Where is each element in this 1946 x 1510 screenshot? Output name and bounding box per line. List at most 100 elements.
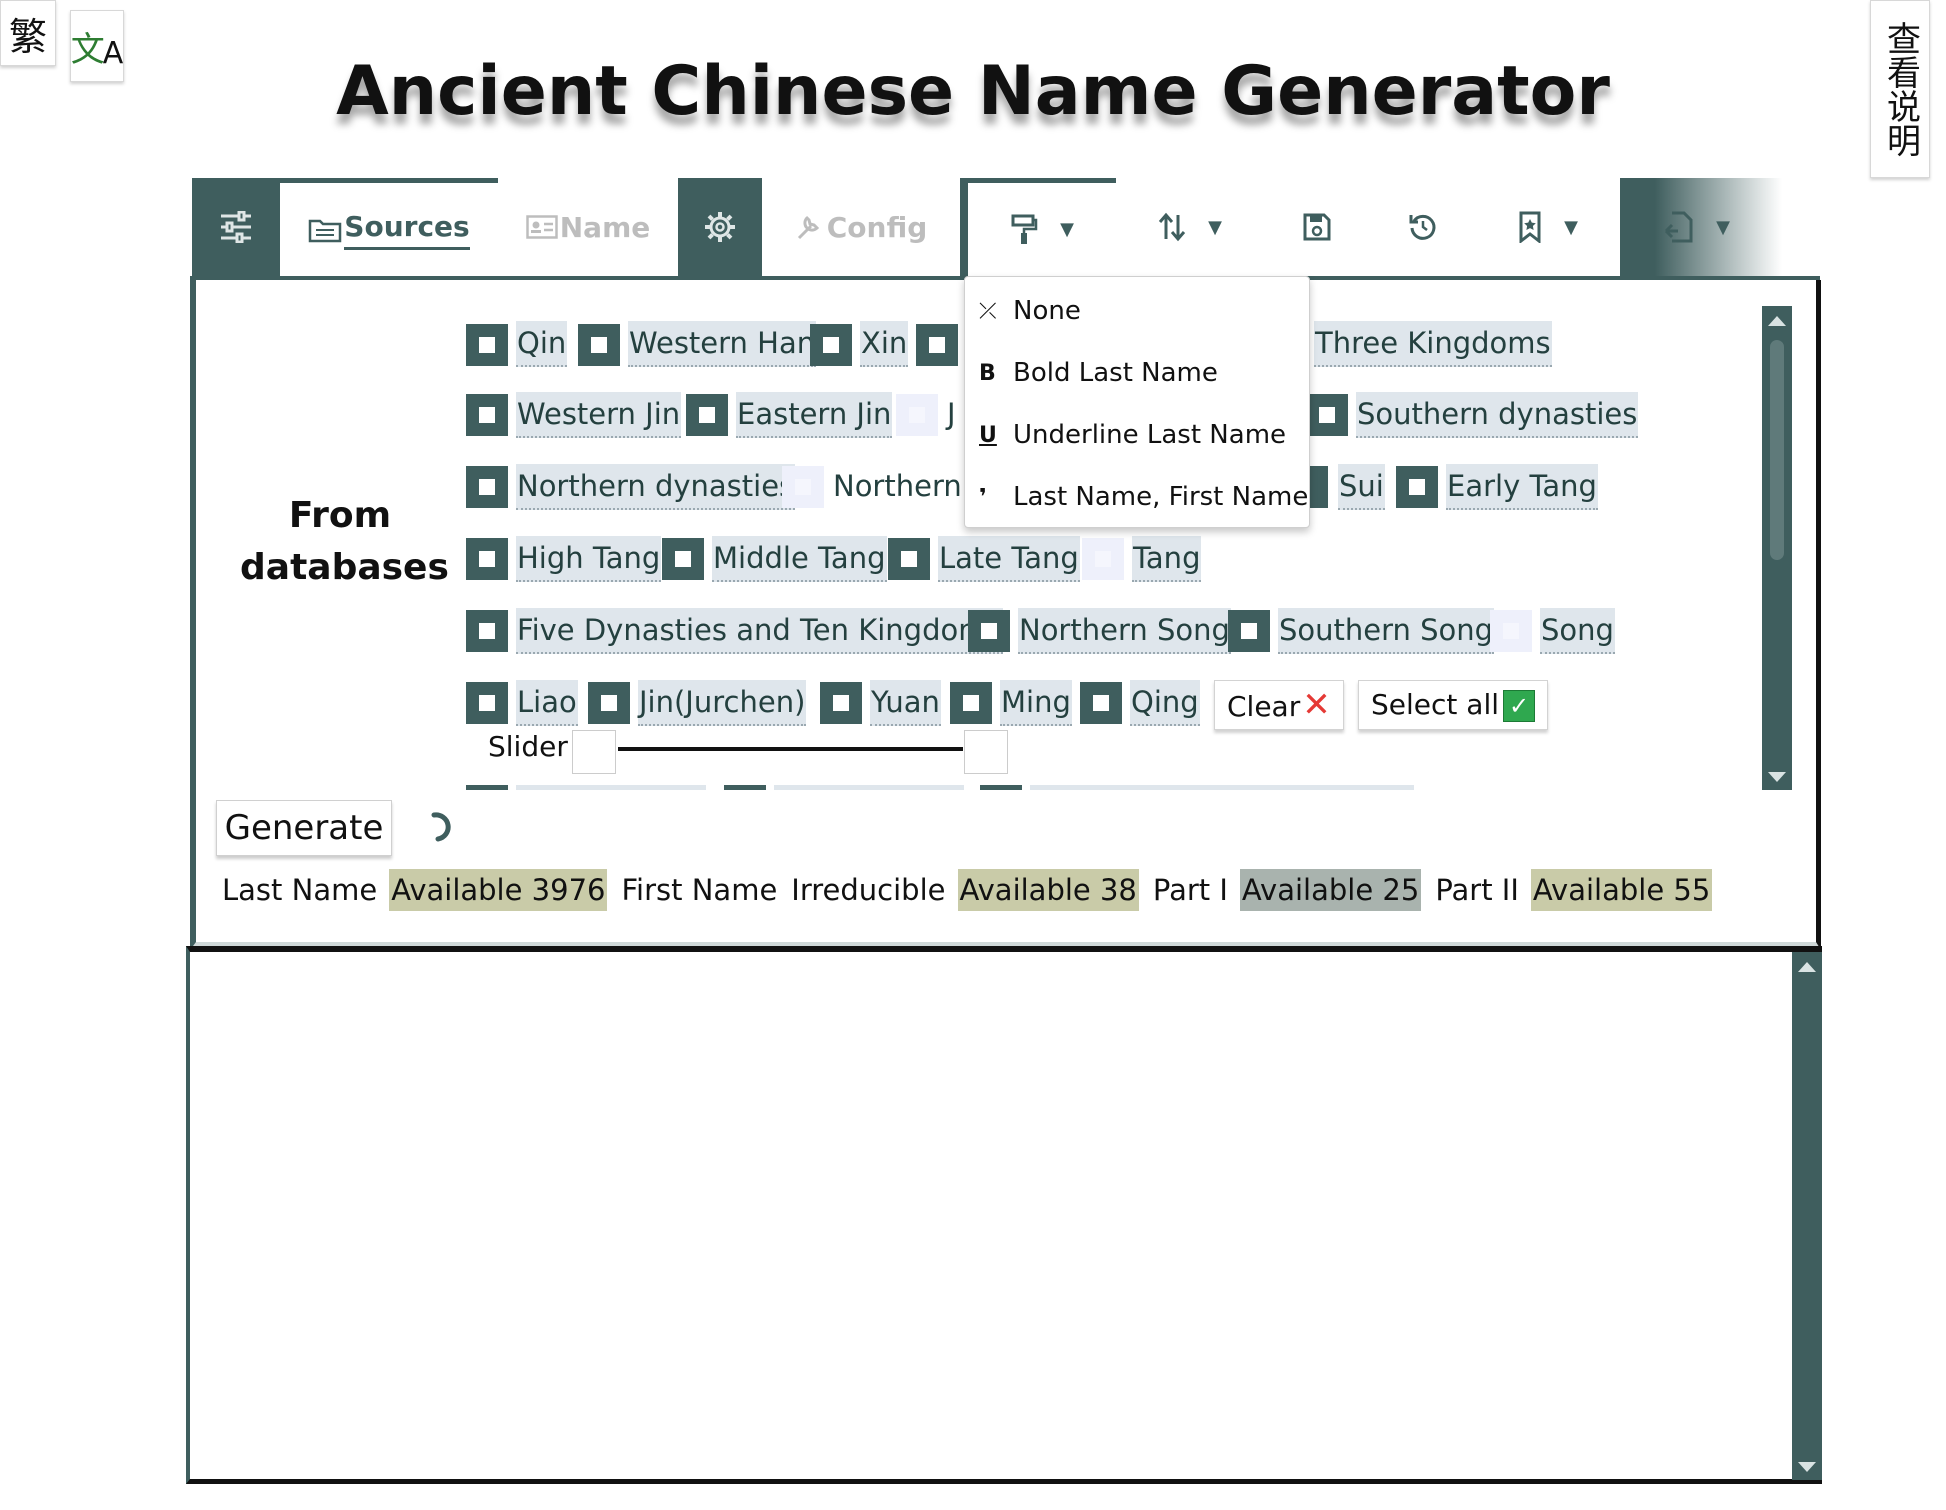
bookmark-dropdown-button[interactable]: ▼ [1476, 178, 1620, 276]
menu-item-label: None [1013, 296, 1081, 326]
part2-label: Part II [1435, 873, 1519, 907]
export-dropdown-button[interactable]: ▼ [1620, 178, 1774, 276]
checkbox-late-tang[interactable] [888, 538, 930, 580]
scroll-thumb[interactable] [1770, 340, 1784, 560]
source-label-southern-dynasties[interactable]: Southern dynasties [1356, 392, 1639, 438]
checkbox-northern-song[interactable] [968, 610, 1010, 652]
checkbox-liao[interactable] [466, 682, 508, 724]
checkbox-southern-dynasties[interactable] [1306, 394, 1348, 436]
source-label-qing[interactable]: Qing [1130, 680, 1200, 726]
tab-config-label: Config [826, 210, 928, 244]
save-button[interactable] [1264, 178, 1370, 276]
checkbox-xin[interactable] [810, 324, 852, 366]
source-label-northern-dynasties[interactable]: Northern dynasties [516, 464, 796, 510]
output-area[interactable] [186, 946, 1822, 1484]
checkbox-hidden-1[interactable] [916, 324, 958, 366]
section-label: From databases [240, 495, 449, 588]
format-dropdown-button[interactable]: ▼ [968, 178, 1116, 276]
tab-name[interactable]: Name [498, 178, 678, 276]
source-label-yuan[interactable]: Yuan [870, 680, 941, 726]
checkbox-eastern-jin[interactable] [686, 394, 728, 436]
source-label-j[interactable]: J [946, 392, 957, 436]
folder-icon [309, 219, 342, 242]
menu-item-bold-last-name[interactable]: B Bold Last Name [979, 353, 1218, 393]
select-all-button[interactable]: Select all ✓ [1358, 680, 1548, 730]
checkbox-northern[interactable] [782, 466, 824, 508]
comma-icon: ❜ [979, 484, 987, 510]
scroll-up-icon[interactable] [1798, 962, 1816, 972]
tab-settings[interactable] [192, 178, 280, 276]
checkbox-western-jin[interactable] [466, 394, 508, 436]
paint-roller-icon [1011, 214, 1038, 244]
checkbox-western-han[interactable] [578, 324, 620, 366]
availability-stats: Last Name Available 3976 First Name Irre… [222, 868, 1726, 912]
source-label-eastern-jin[interactable]: Eastern Jin [736, 392, 893, 438]
partial-checkbox [980, 785, 1022, 790]
menu-item-label: Bold Last Name [1013, 358, 1218, 388]
menu-item-last-first[interactable]: ❜ Last Name, First Name [979, 477, 1308, 517]
source-label-southern-song[interactable]: Southern Song [1278, 608, 1495, 654]
source-label-tang[interactable]: Tang [1132, 536, 1202, 582]
checkbox-tang[interactable] [1082, 538, 1124, 580]
checkbox-southern-song[interactable] [1228, 610, 1270, 652]
checkbox-qin[interactable] [466, 324, 508, 366]
source-label-three-kingdoms[interactable]: Three Kingdoms [1314, 321, 1552, 367]
reset-button[interactable] [1370, 178, 1476, 276]
checkbox-yuan[interactable] [820, 682, 862, 724]
tab-sources[interactable]: Sources [280, 178, 498, 276]
page-title: Ancient Chinese Name Generator [336, 52, 1610, 131]
checkbox-middle-tang[interactable] [662, 538, 704, 580]
sources-scrollbar[interactable] [1762, 306, 1792, 790]
checkbox-song[interactable] [1490, 610, 1532, 652]
slider-track[interactable] [618, 747, 963, 751]
sort-dropdown-button[interactable]: ▼ [1116, 178, 1264, 276]
source-label-liao[interactable]: Liao [516, 680, 578, 726]
source-label-xin[interactable]: Xin [860, 321, 909, 367]
source-label-high-tang[interactable]: High Tang [516, 536, 662, 582]
slider-handle-right[interactable] [964, 730, 1008, 774]
source-label-jin-jurchen[interactable]: Jin(Jurchen) [638, 680, 807, 726]
reset-icon [1409, 214, 1436, 240]
source-label-western-jin[interactable]: Western Jin [516, 392, 682, 438]
output-scrollbar[interactable] [1792, 952, 1822, 1480]
source-label-middle-tang[interactable]: Middle Tang [712, 536, 887, 582]
source-label-northern-song[interactable]: Northern Song [1018, 608, 1231, 654]
toolbar: Sources Name Config ▼ ▼ ▼ ▼ [192, 178, 1782, 276]
scroll-down-icon[interactable] [1798, 1462, 1816, 1472]
red-x-icon: ✕ [1302, 685, 1331, 725]
part1-label: Part I [1152, 873, 1228, 907]
source-label-sui[interactable]: Sui [1338, 464, 1385, 510]
scroll-up-icon[interactable] [1768, 316, 1786, 326]
tab-name-label: Name [559, 210, 651, 244]
checkbox-high-tang[interactable] [466, 538, 508, 580]
checkbox-ming[interactable] [950, 682, 992, 724]
part2-available: Available 55 [1530, 869, 1713, 911]
irreducible-label: Irreducible [791, 873, 946, 907]
source-label-five-dynasties[interactable]: Five Dynasties and Ten Kingdoms [516, 608, 1003, 654]
checkbox-northern-dynasties[interactable] [466, 466, 508, 508]
checkbox-jin-jurchen[interactable] [588, 682, 630, 724]
checkbox-early-tang[interactable] [1396, 466, 1438, 508]
source-label-ming[interactable]: Ming [1000, 680, 1072, 726]
source-label-qin[interactable]: Qin [516, 321, 568, 367]
tab-config[interactable]: Config [762, 178, 960, 276]
source-label-late-tang[interactable]: Late Tang [938, 536, 1080, 582]
scroll-down-icon[interactable] [1768, 772, 1786, 782]
slider-handle-left[interactable] [572, 730, 616, 774]
checkbox-five-dynasties[interactable] [466, 610, 508, 652]
menu-item-none[interactable]: ⤫ None [979, 291, 1081, 331]
menu-item-underline-last-name[interactable]: U Underline Last Name [979, 415, 1286, 455]
format-dropdown-menu: ⤫ None B Bold Last Name U Underline Last… [964, 276, 1310, 528]
checkbox-j[interactable] [896, 394, 938, 436]
partial-label [774, 785, 964, 790]
generate-button[interactable]: Generate [216, 800, 392, 856]
source-label-northern[interactable]: Northern [832, 464, 963, 508]
tab-gear[interactable] [678, 178, 762, 276]
loading-spinner-icon [431, 812, 451, 842]
checkbox-qing[interactable] [1080, 682, 1122, 724]
clear-button[interactable]: Clear✕ [1214, 680, 1344, 730]
file-export-icon [1665, 211, 1693, 243]
source-label-early-tang[interactable]: Early Tang [1446, 464, 1598, 510]
source-label-western-han[interactable]: Western Han [628, 321, 817, 367]
source-label-song[interactable]: Song [1540, 608, 1615, 654]
